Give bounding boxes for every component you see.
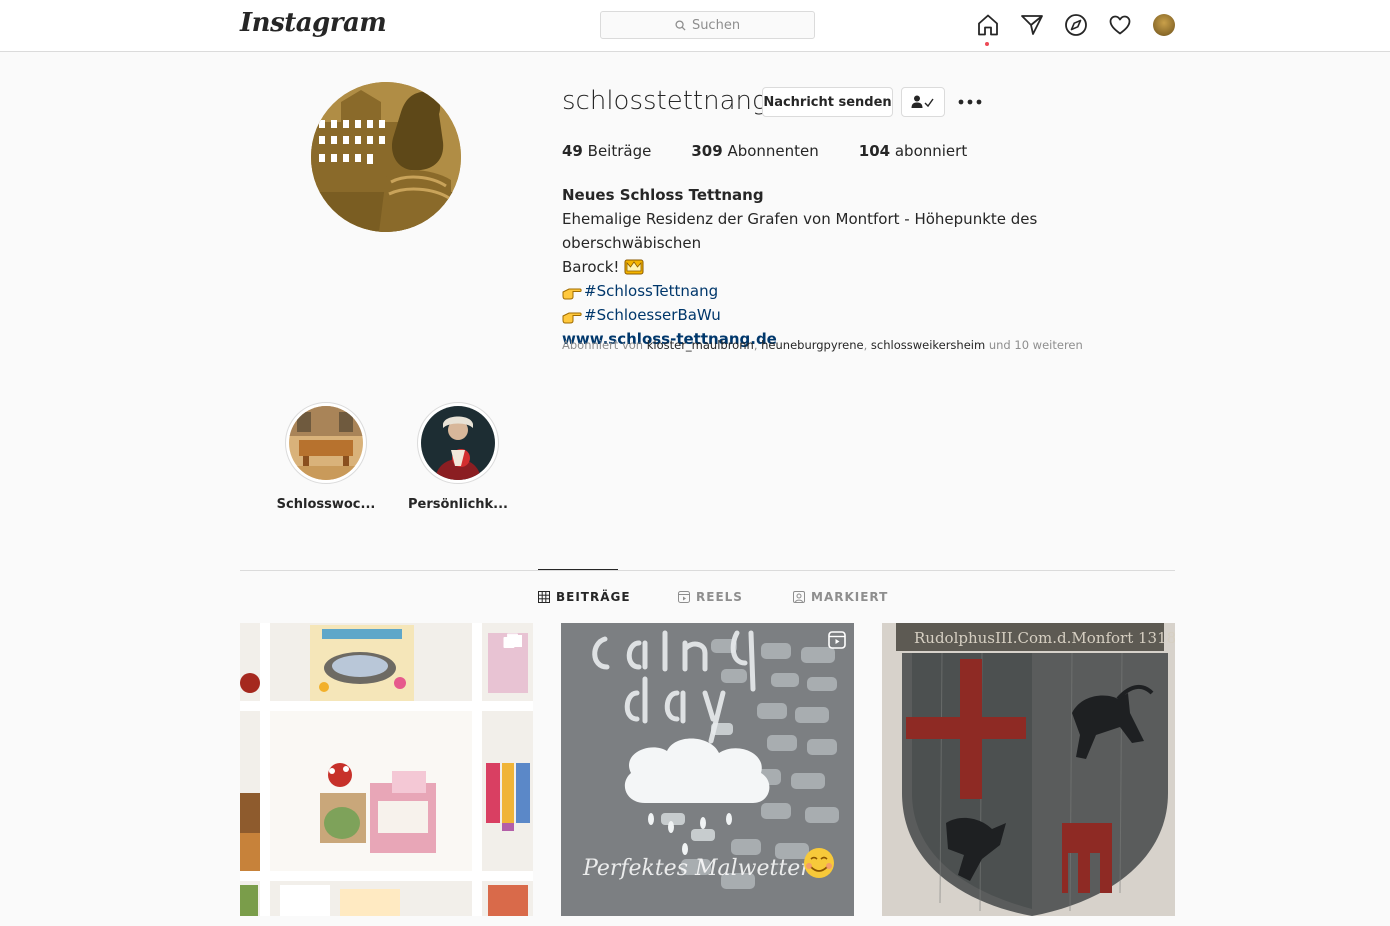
following-count-label: abonniert — [894, 142, 968, 160]
highlight-cover-image — [289, 406, 363, 480]
tab-label: REELS — [696, 590, 743, 604]
home-notification-dot — [985, 42, 989, 46]
post-thumbnail[interactable]: RudolphusIII.Com.d.Monfort 1318. — [882, 623, 1175, 916]
following-count[interactable]: 104 abonniert — [859, 142, 967, 160]
highlight-cover-image — [421, 406, 495, 480]
tab-label: MARKIERT — [811, 590, 889, 604]
hashtag-line-1: #SchlossTettnang — [562, 279, 1162, 303]
post-thumbnail[interactable] — [240, 623, 533, 916]
profile-picture[interactable] — [311, 82, 461, 232]
profile-bio: Neues Schloss Tettnang Ehemalige Residen… — [562, 183, 1162, 351]
bio-line-1: Ehemalige Residenz der Grafen von Montfo… — [562, 210, 1038, 252]
followed-by-suffix: und 10 weiteren — [988, 338, 1083, 352]
tabs-divider — [240, 570, 1175, 571]
search-placeholder: Suchen — [691, 17, 741, 33]
direct-icon[interactable] — [1020, 13, 1044, 37]
send-message-button[interactable]: Nachricht senden — [762, 87, 893, 117]
following-button[interactable] — [901, 87, 945, 117]
bio-line-2: Barock! — [562, 258, 620, 276]
profile-avatar[interactable] — [1153, 14, 1175, 36]
post-image: RudolphusIII.Com.d.Monfort 1318. — [882, 623, 1175, 916]
followers-count-value: 309 — [691, 142, 723, 160]
search-icon — [675, 19, 686, 31]
active-tab-indicator — [538, 569, 618, 570]
hashtag-line-2: #SchloesserBaWu — [562, 303, 1162, 327]
tab-label: BEITRÄGE — [556, 590, 631, 604]
profile-username: schlosstettnang — [562, 86, 768, 116]
explore-icon[interactable] — [1064, 13, 1088, 37]
followed-by-prefix: Abonniert von — [562, 338, 644, 352]
reels-icon — [678, 591, 690, 603]
top-navigation-bar: Instagram Suchen — [0, 0, 1390, 52]
instagram-logo[interactable]: Instagram — [240, 8, 387, 38]
highlight-ring — [417, 402, 499, 484]
post-image — [240, 623, 533, 916]
carousel-icon — [503, 633, 518, 648]
post-inscription-text: RudolphusIII.Com.d.Monfort 1318. — [914, 629, 1175, 647]
post-image: Perfektes Malwetter — [561, 623, 854, 916]
tagged-icon — [793, 591, 805, 603]
castle-logo-image — [311, 82, 461, 232]
followers-count-label: Abonnenten — [727, 142, 819, 160]
highlight-label: Schlosswoc... — [276, 497, 376, 512]
highlight-label: Persönlichk... — [407, 497, 508, 512]
followed-by-text[interactable]: Abonniert von kloster_maulbronn, heunebu… — [562, 338, 1083, 352]
home-icon[interactable] — [976, 13, 1000, 37]
video-reel-icon — [828, 631, 846, 649]
profile-full-name: Neues Schloss Tettnang — [562, 186, 764, 204]
profile-stats: 49 Beiträge 309 Abonnenten 104 abonniert — [562, 142, 1007, 160]
tab-tagged[interactable]: MARKIERT — [793, 590, 888, 604]
post-thumbnail[interactable]: Perfektes Malwetter — [561, 623, 854, 916]
followed-by-account: schlossweikersheim — [870, 338, 986, 352]
followed-by-account: kloster_maulbronn — [646, 338, 754, 352]
grid-icon — [538, 591, 550, 603]
pointing-hand-emoji-icon — [562, 288, 582, 300]
person-check-icon — [911, 95, 934, 108]
search-input[interactable]: Suchen — [600, 11, 815, 39]
activity-heart-icon[interactable] — [1108, 13, 1132, 37]
crown-emoji-icon — [624, 259, 644, 275]
svg-text:Perfektes Malwetter: Perfektes Malwetter — [582, 856, 812, 881]
hashtag-schloesserbawu[interactable]: #SchloesserBaWu — [584, 306, 721, 324]
story-highlight[interactable]: Schlosswoc... — [271, 402, 381, 512]
tab-posts[interactable]: BEITRÄGE — [538, 590, 631, 604]
story-highlight[interactable]: Persönlichk... — [403, 402, 513, 512]
posts-count-value: 49 — [562, 142, 583, 160]
highlight-ring — [285, 402, 367, 484]
more-options-icon[interactable] — [958, 98, 982, 106]
posts-count: 49 Beiträge — [562, 142, 651, 160]
following-count-value: 104 — [858, 142, 891, 160]
followers-count[interactable]: 309 Abonnenten — [691, 142, 818, 160]
followed-by-account: heuneburgpyrene — [761, 338, 864, 352]
posts-count-label: Beiträge — [587, 142, 652, 160]
bio-line-2-wrapper: Barock! — [562, 255, 1162, 279]
tab-reels[interactable]: REELS — [678, 590, 743, 604]
hashtag-schlosstettnang[interactable]: #SchlossTettnang — [584, 282, 718, 300]
pointing-hand-emoji-icon — [562, 312, 582, 324]
